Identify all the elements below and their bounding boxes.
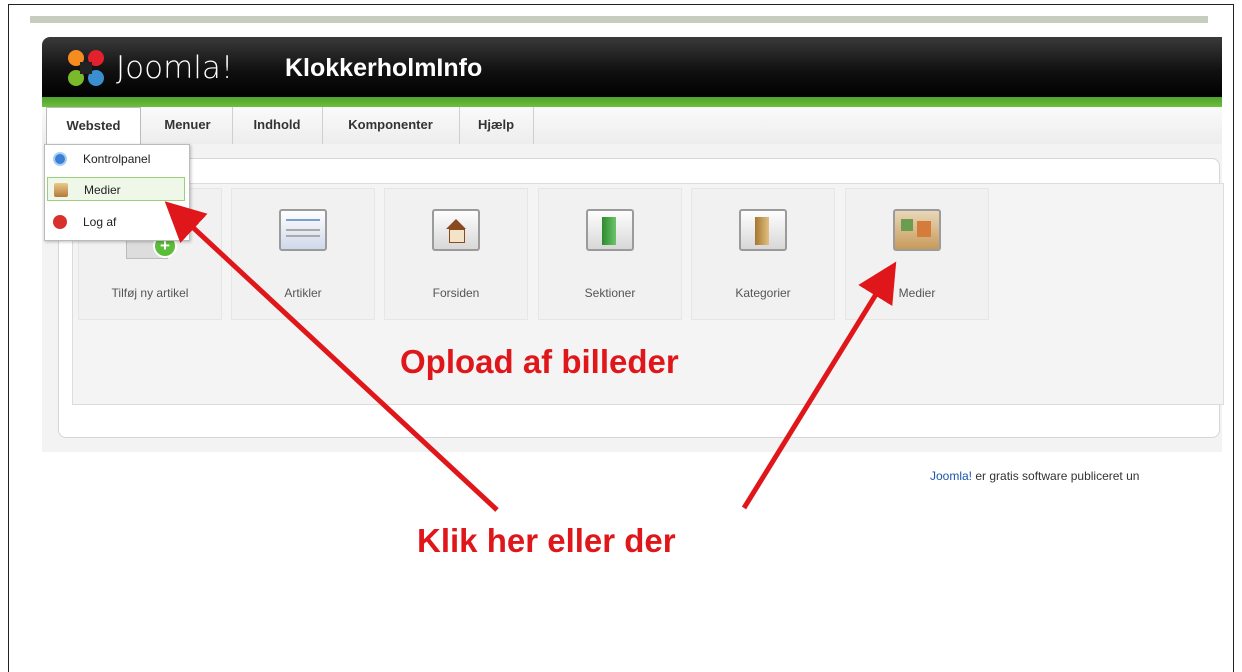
annotation-arrows bbox=[164, 201, 897, 512]
arrow-to-menu-medier bbox=[164, 201, 499, 512]
arrow-to-tile-medier bbox=[741, 261, 897, 510]
